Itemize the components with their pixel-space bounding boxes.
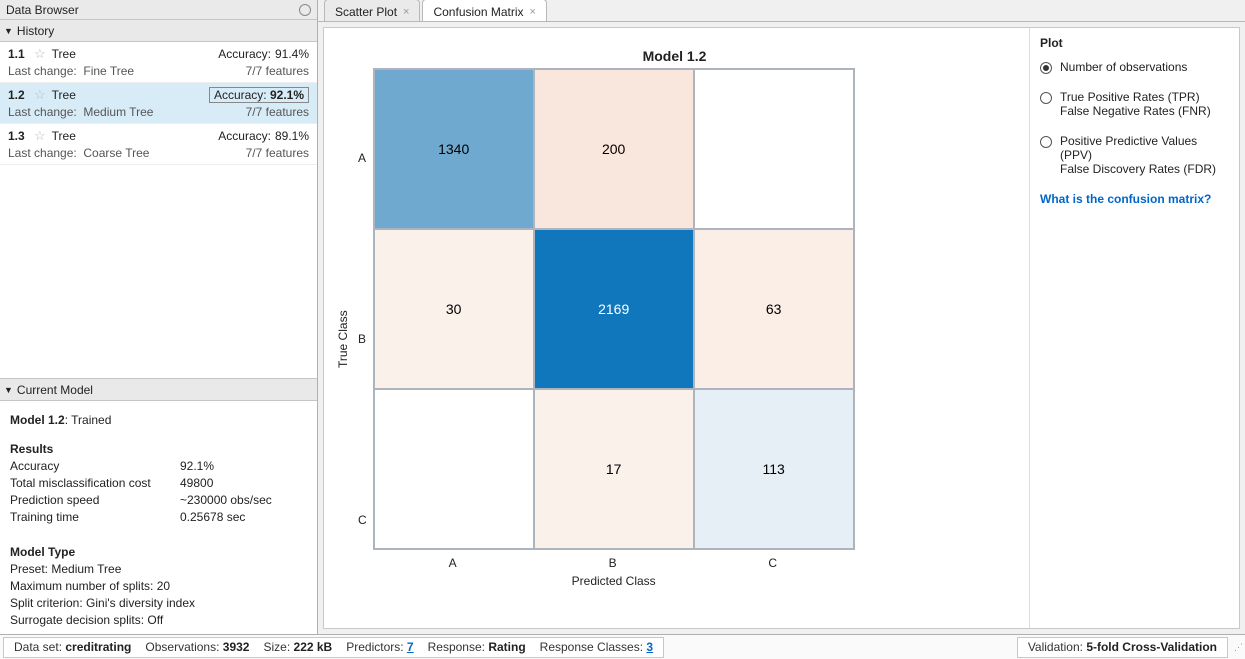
- matrix-cell: 113: [694, 389, 854, 549]
- help-link[interactable]: What is the confusion matrix?: [1040, 192, 1229, 206]
- close-icon[interactable]: ×: [403, 6, 409, 18]
- matrix-cell: 200: [534, 69, 694, 229]
- current-model-header[interactable]: ▼ Current Model: [0, 379, 317, 401]
- data-browser-title: Data Browser: [0, 0, 317, 20]
- status-bar: Data set: creditrating Observations: 393…: [0, 634, 1245, 659]
- star-icon[interactable]: ☆: [34, 46, 46, 62]
- history-item[interactable]: 1.1 ☆ Tree Accuracy: 91.4% Last change: …: [0, 42, 317, 83]
- matrix-cell: 1340: [374, 69, 534, 229]
- matrix-cell: 2169: [534, 229, 694, 389]
- radio-icon[interactable]: [1040, 92, 1052, 104]
- plot-option[interactable]: Positive Predictive Values (PPV)False Di…: [1040, 134, 1229, 176]
- y-axis-ticks: ABC: [352, 68, 373, 610]
- radio-icon[interactable]: [1040, 62, 1052, 74]
- close-icon[interactable]: ×: [530, 6, 536, 18]
- history-header[interactable]: ▼ History: [0, 20, 317, 42]
- status-main: Data set: creditrating Observations: 393…: [3, 637, 664, 658]
- confusion-matrix-grid: 13402003021696317113: [373, 68, 855, 550]
- matrix-cell: [374, 389, 534, 549]
- tab[interactable]: Scatter Plot×: [324, 0, 420, 21]
- star-icon[interactable]: ☆: [34, 87, 46, 103]
- history-item[interactable]: 1.3 ☆ Tree Accuracy: 89.1% Last change: …: [0, 124, 317, 165]
- x-axis-label: Predicted Class: [373, 574, 855, 588]
- chevron-down-icon: ▼: [4, 385, 13, 395]
- history-item[interactable]: 1.2 ☆ Tree Accuracy: 92.1% Last change: …: [0, 83, 317, 124]
- tab[interactable]: Confusion Matrix×: [422, 0, 546, 21]
- plot-option[interactable]: True Positive Rates (TPR)False Negative …: [1040, 90, 1229, 118]
- predictors-link[interactable]: 7: [407, 640, 414, 654]
- chart-title: Model 1.2: [334, 48, 1015, 64]
- current-model-body: Model 1.2: Trained Results Accuracy92.1%…: [0, 401, 317, 634]
- matrix-cell: 63: [694, 229, 854, 389]
- status-validation: Validation: 5-fold Cross-Validation: [1017, 637, 1228, 658]
- tabs: Scatter Plot×Confusion Matrix×: [318, 0, 1245, 22]
- star-icon[interactable]: ☆: [34, 128, 46, 144]
- resize-grip-icon[interactable]: ⋰: [1231, 642, 1245, 653]
- matrix-cell: 30: [374, 229, 534, 389]
- plot-options-header: Plot: [1040, 36, 1229, 50]
- radio-icon[interactable]: [1040, 136, 1052, 148]
- plot-option[interactable]: Number of observations: [1040, 60, 1229, 74]
- y-axis-label: True Class: [334, 68, 352, 610]
- chevron-down-icon: ▼: [4, 26, 13, 36]
- matrix-cell: 17: [534, 389, 694, 549]
- plot-options-panel: Plot Number of observations True Positive…: [1029, 28, 1239, 628]
- response-classes-link[interactable]: 3: [646, 640, 653, 654]
- x-axis-ticks: ABC: [373, 556, 853, 570]
- matrix-cell: [694, 69, 854, 229]
- history-list: 1.1 ☆ Tree Accuracy: 91.4% Last change: …: [0, 42, 317, 379]
- confusion-matrix-chart: Model 1.2 True Class ABC 134020030216963…: [324, 28, 1029, 628]
- collapse-icon[interactable]: [299, 4, 311, 16]
